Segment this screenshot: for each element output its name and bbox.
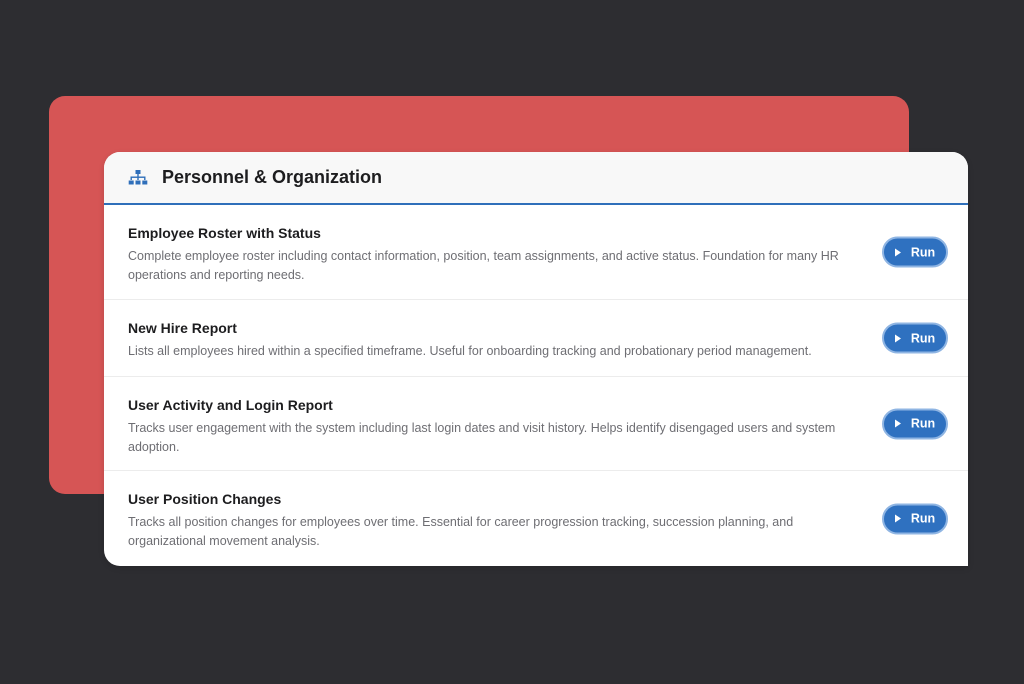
report-title: User Activity and Login Report bbox=[128, 397, 333, 413]
run-button-label: Run bbox=[910, 245, 936, 259]
report-description: Complete employee roster including conta… bbox=[128, 249, 839, 282]
run-button-label: Run bbox=[910, 416, 936, 431]
run-button-employee-roster[interactable]: Run bbox=[882, 236, 948, 268]
report-item-position-changes: User Position Changes Tracks all positio… bbox=[104, 471, 968, 566]
report-description: Tracks user engagement with the system i… bbox=[128, 421, 836, 454]
panel-title: Personnel & Organization bbox=[162, 167, 383, 187]
report-description: Lists all employees hired within a speci… bbox=[128, 344, 812, 358]
stage: Personnel & Organization Employee Roster… bbox=[0, 0, 1024, 684]
run-button-position-changes[interactable]: Run bbox=[882, 503, 948, 534]
report-title: Employee Roster with Status bbox=[128, 225, 321, 241]
report-list: Employee Roster with Status Complete emp… bbox=[104, 205, 968, 566]
run-button-new-hire[interactable]: Run bbox=[882, 322, 948, 354]
panel-header: Personnel & Organization bbox=[104, 152, 968, 205]
run-button-label: Run bbox=[910, 331, 936, 345]
play-icon bbox=[894, 248, 901, 256]
play-icon bbox=[894, 514, 901, 523]
play-icon bbox=[894, 334, 901, 342]
report-item-user-activity: User Activity and Login Report Tracks us… bbox=[104, 377, 968, 471]
report-panel: Personnel & Organization Employee Roster… bbox=[104, 152, 968, 566]
report-title: User Position Changes bbox=[128, 491, 282, 507]
report-item-new-hire: New Hire Report Lists all employees hire… bbox=[104, 300, 968, 377]
report-item-employee-roster: Employee Roster with Status Complete emp… bbox=[104, 205, 968, 300]
play-icon bbox=[894, 419, 901, 428]
org-chart-icon bbox=[128, 169, 148, 186]
report-description: Tracks all position changes for employee… bbox=[128, 515, 794, 548]
report-title: New Hire Report bbox=[128, 320, 237, 336]
run-button-label: Run bbox=[910, 511, 936, 526]
run-button-user-activity[interactable]: Run bbox=[882, 408, 948, 439]
